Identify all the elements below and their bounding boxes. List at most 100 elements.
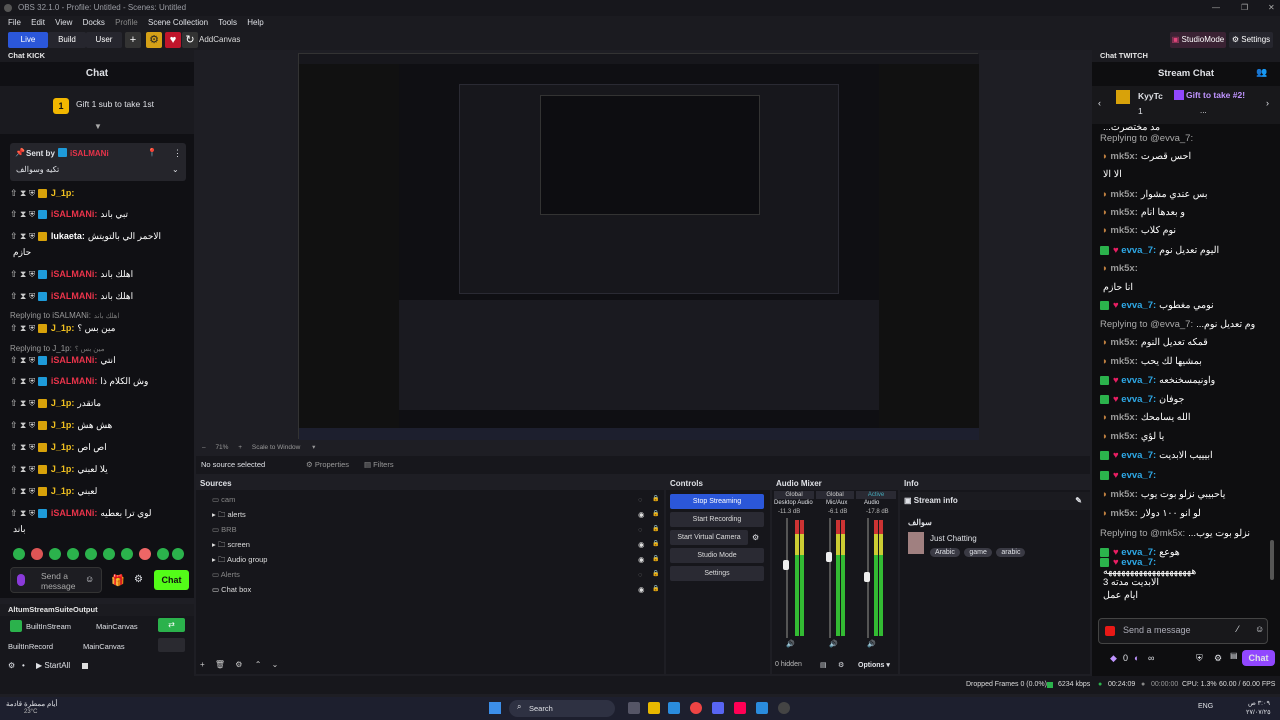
volume-slider[interactable]	[829, 518, 831, 638]
lock-icon[interactable]: 🔒	[652, 537, 659, 552]
brave-icon[interactable]	[734, 702, 746, 714]
source-item[interactable]: ▭ cam ◌ 🔒	[200, 492, 662, 507]
mod-action-icons[interactable]: ⇧ ⧗ ⛨	[10, 376, 38, 386]
scale-mode-select[interactable]: Scale to Window	[252, 444, 300, 451]
studio-mode-control-button[interactable]: Studio Mode	[670, 548, 764, 563]
mixer-layout-icon[interactable]: ▤	[820, 661, 827, 669]
folder-icon[interactable]: ▸ 🗀	[212, 555, 227, 564]
filters-button[interactable]: ▤ Filters	[364, 456, 394, 474]
chevron-right-icon[interactable]: ›	[1266, 98, 1269, 108]
mod-action-icons[interactable]: ⇧ ⧗ ⛨	[10, 231, 38, 241]
altum-settings-icon[interactable]: ⚙	[8, 661, 15, 670]
discord-icon[interactable]	[712, 702, 724, 714]
zoom-out-icon[interactable]: –	[202, 444, 206, 451]
mod-action-icons[interactable]: ⇧ ⧗ ⛨	[10, 209, 38, 219]
unpin-icon[interactable]: 📍	[147, 148, 157, 157]
program-preview-canvas[interactable]	[298, 53, 979, 440]
emote-icon[interactable]	[139, 548, 151, 560]
menu-scene-collection[interactable]: Scene Collection	[148, 18, 208, 27]
lock-icon[interactable]: 🔒	[652, 522, 659, 537]
edit-icon[interactable]: ✎	[1075, 492, 1082, 510]
visibility-icon[interactable]: ◉	[638, 582, 645, 597]
speaker-icon[interactable]: 🔊	[867, 640, 876, 648]
chat-username[interactable]: evva_7:	[1121, 245, 1156, 256]
language-indicator[interactable]: ENG	[1198, 703, 1213, 710]
chat-username[interactable]: iSALMANi:	[51, 355, 98, 365]
mod-action-icons[interactable]: ⇧ ⧗ ⛨	[10, 291, 38, 301]
gear-icon[interactable]: ⚙	[146, 32, 162, 48]
chat-username[interactable]: mk5x:	[1110, 225, 1137, 236]
output-toggle-button[interactable]: ⇄	[158, 618, 185, 632]
volume-slider-handle[interactable]	[826, 552, 832, 562]
virtual-camera-settings-icon[interactable]: ⚙	[752, 533, 759, 542]
mod-action-icons[interactable]: ⇧ ⧗ ⛨	[10, 269, 38, 279]
file-explorer-icon[interactable]	[648, 702, 660, 714]
emote-icon[interactable]	[67, 548, 79, 560]
twitch-chat-button[interactable]: Chat	[1242, 650, 1275, 666]
chat-username[interactable]: evva_7:	[1121, 450, 1156, 461]
mixer-settings-icon[interactable]: ⚙	[838, 661, 844, 669]
menu-view[interactable]: View	[55, 18, 72, 27]
lock-icon[interactable]: 🔒	[652, 507, 659, 522]
weather-text[interactable]: أيام ممطرة قادمة	[6, 700, 57, 708]
chat-username[interactable]: mk5x:	[1110, 489, 1137, 500]
minimize-icon[interactable]: —	[1212, 0, 1220, 16]
menu-tools[interactable]: Tools	[218, 18, 237, 27]
speaker-icon[interactable]: 🔊	[786, 640, 795, 648]
mod-action-icons[interactable]: ⇧ ⧗ ⛨	[10, 355, 38, 365]
maximize-icon[interactable]: ❐	[1241, 0, 1248, 16]
more-icon[interactable]: ⋮	[173, 148, 182, 159]
emote-icon[interactable]	[121, 548, 133, 560]
emoji-icon[interactable]: ☺	[1255, 624, 1264, 634]
chat-username[interactable]: mk5x:	[1110, 207, 1137, 218]
stop-icon[interactable]	[82, 663, 88, 669]
chat-settings-icon[interactable]: ⚙	[1214, 653, 1222, 664]
mod-action-icons[interactable]: ⇧ ⧗ ⛨	[10, 508, 38, 518]
volume-slider-handle[interactable]	[864, 572, 870, 582]
kick-settings-icon[interactable]: ⚙	[134, 574, 143, 585]
source-item[interactable]: ▸ 🗀 screen ◉ 🔒	[200, 537, 662, 552]
prediction-icon[interactable]: ◐	[1134, 653, 1139, 663]
chat-username[interactable]: mk5x:	[1110, 263, 1137, 274]
user-button[interactable]: User	[86, 32, 122, 48]
settings-button[interactable]: ⚙ Settings	[1229, 32, 1273, 48]
build-button[interactable]: Build	[48, 32, 86, 48]
menu-file[interactable]: File	[8, 18, 21, 27]
source-item[interactable]: ▸ 🗀 alerts ◉ 🔒	[200, 507, 662, 522]
altum-info-icon[interactable]: •	[22, 661, 25, 670]
visibility-icon[interactable]: ◉	[638, 507, 645, 522]
move-down-icon[interactable]: ⌄	[272, 660, 279, 669]
chat-username[interactable]: mk5x:	[1110, 412, 1137, 423]
chat-username[interactable]: iSALMANi:	[51, 376, 98, 386]
mod-action-icons[interactable]: ⇧ ⧗ ⛨	[10, 442, 38, 452]
task-view-icon[interactable]	[628, 702, 640, 714]
menu-docks[interactable]: Docks	[83, 18, 105, 27]
mod-action-icons[interactable]: ⇧ ⧗ ⛨	[10, 398, 38, 408]
chat-username[interactable]: mk5x:	[1110, 431, 1137, 442]
slash-icon[interactable]: ⁄	[1237, 624, 1239, 634]
mod-action-icons[interactable]: ⇧ ⧗ ⛨	[10, 486, 38, 496]
add-canvas-button[interactable]: AddCanvas	[199, 32, 240, 48]
live-button[interactable]: Live	[8, 32, 48, 48]
chat-username[interactable]: mk5x:	[1110, 337, 1137, 348]
visibility-icon[interactable]: ◉	[638, 552, 645, 567]
chat-username[interactable]: J_1p:	[51, 188, 75, 198]
chat-username[interactable]: mk5x:	[1110, 151, 1137, 162]
studio-mode-button[interactable]: ▣ StudioMode	[1170, 32, 1226, 48]
source-properties-icon[interactable]: ⚙	[235, 660, 242, 669]
start-virtual-camera-button[interactable]: Start Virtual Camera	[670, 530, 748, 545]
chat-username[interactable]: mk5x:	[1110, 189, 1137, 200]
twitch-message-input[interactable]: Send a message ⁄ ☺	[1098, 618, 1268, 644]
mod-action-icons[interactable]: ⇧ ⧗ ⛨	[10, 188, 38, 198]
folder-icon[interactable]: ▸ 🗀	[212, 540, 227, 549]
mixer-tab[interactable]: Global	[816, 491, 854, 499]
zoom-in-icon[interactable]: +	[238, 444, 242, 451]
close-icon[interactable]: ✕	[1268, 0, 1275, 16]
chat-username[interactable]: mk5x:	[1110, 508, 1137, 519]
chat-username[interactable]: evva_7:	[1121, 375, 1156, 386]
lock-icon[interactable]: 🔒	[652, 567, 659, 582]
chat-username[interactable]: iSALMANi:	[51, 508, 98, 518]
start-recording-button[interactable]: Start Recording	[670, 512, 764, 527]
app-icon[interactable]	[756, 702, 768, 714]
remove-source-icon[interactable]: 🗑	[215, 660, 225, 669]
